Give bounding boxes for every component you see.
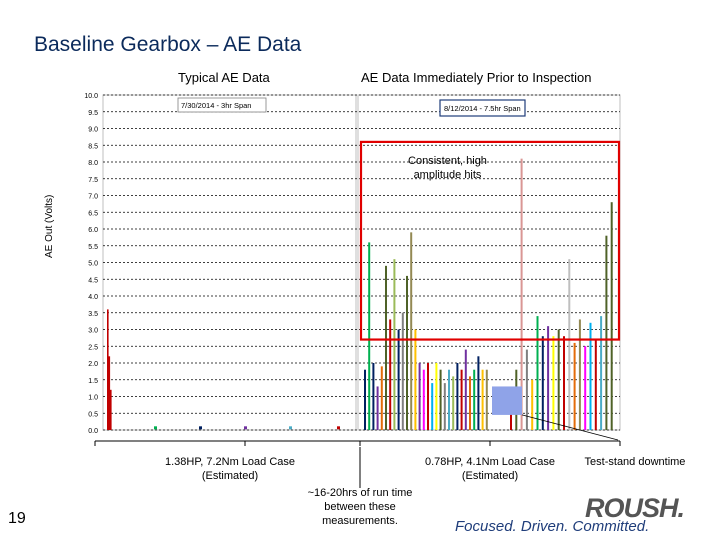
bar-right bbox=[448, 369, 450, 430]
bar-right bbox=[427, 363, 429, 430]
y-tick-label: 3.0 bbox=[88, 328, 98, 335]
bar-right bbox=[481, 369, 484, 430]
annotation-load-case-right: 0.78HP, 4.1Nm Load Case (Estimated) bbox=[424, 456, 556, 482]
y-tick-label: 4.0 bbox=[88, 294, 98, 301]
y-tick-label: 1.5 bbox=[88, 378, 98, 385]
bar-right bbox=[372, 363, 375, 430]
bar-right bbox=[418, 363, 421, 430]
bar-right bbox=[406, 275, 408, 430]
bar-right bbox=[547, 326, 550, 430]
y-tick-label: 9.5 bbox=[88, 110, 98, 117]
y-tick-label: 2.5 bbox=[88, 344, 98, 351]
bar-right bbox=[460, 369, 463, 430]
bar-right bbox=[393, 259, 396, 430]
marker-left bbox=[289, 426, 292, 430]
y-tick-label: 10.0 bbox=[84, 93, 98, 100]
slide-number: 19 bbox=[8, 510, 26, 527]
bar-right bbox=[414, 329, 417, 430]
annotation-high-amplitude: Consistent, high amplitude hits bbox=[408, 155, 487, 181]
y-tick-label: 0.0 bbox=[88, 428, 98, 435]
bar-right bbox=[456, 363, 459, 430]
y-tick-label: 7.5 bbox=[88, 177, 98, 184]
bar-right bbox=[469, 376, 471, 430]
legend-text-right: 8/12/2014 - 7.5hr Span bbox=[444, 104, 521, 113]
bar-right bbox=[594, 339, 597, 430]
bar-right bbox=[439, 369, 442, 430]
bar-right bbox=[376, 386, 379, 430]
bar-right bbox=[368, 242, 371, 430]
bar-right bbox=[477, 356, 480, 430]
y-tick-label: 3.5 bbox=[88, 311, 98, 318]
marker-left bbox=[154, 426, 157, 430]
bar-right bbox=[568, 259, 571, 430]
y-tick-label: 1.0 bbox=[88, 395, 98, 402]
bar-right bbox=[389, 319, 392, 430]
bar-right bbox=[541, 336, 544, 430]
bar-right bbox=[536, 316, 539, 430]
bar-right bbox=[525, 349, 528, 430]
bar-right bbox=[557, 329, 560, 430]
downtime-block bbox=[492, 386, 522, 415]
bar-right bbox=[443, 383, 446, 430]
bar-right bbox=[531, 379, 534, 430]
bar-left bbox=[108, 356, 111, 430]
bar-right bbox=[552, 336, 555, 430]
bar-right bbox=[401, 312, 404, 430]
y-tick-label: 7.0 bbox=[88, 194, 98, 201]
bar-right bbox=[584, 346, 587, 430]
roush-logo: ROUSH. Focused. Driven. Committed. bbox=[455, 493, 705, 538]
bar-right bbox=[563, 336, 565, 430]
y-tick-label: 9.0 bbox=[88, 127, 98, 134]
y-tick-label: 6.0 bbox=[88, 227, 98, 234]
bar-right bbox=[473, 369, 476, 430]
y-tick-label: 5.0 bbox=[88, 261, 98, 268]
y-tick-label: 0.5 bbox=[88, 411, 98, 418]
bar-left bbox=[110, 389, 112, 430]
logo-tagline: Focused. Driven. Committed. bbox=[455, 518, 650, 535]
y-tick-label: 4.5 bbox=[88, 277, 98, 284]
bar-right bbox=[410, 232, 413, 430]
y-tick-label: 6.5 bbox=[88, 210, 98, 217]
bar-right bbox=[431, 383, 434, 430]
y-tick-label: 8.5 bbox=[88, 143, 98, 150]
bar-right bbox=[364, 369, 366, 430]
y-tick-label: 5.5 bbox=[88, 244, 98, 251]
marker-left bbox=[199, 426, 202, 430]
bar-right bbox=[610, 202, 613, 430]
bar-right bbox=[464, 349, 467, 430]
bar-right bbox=[422, 369, 425, 430]
bar-right bbox=[600, 316, 603, 430]
y-tick-label: 2.0 bbox=[88, 361, 98, 368]
bar-right bbox=[573, 342, 576, 430]
marker-left bbox=[244, 426, 247, 430]
y-tick-label: 8.0 bbox=[88, 160, 98, 167]
bar-right bbox=[385, 265, 387, 430]
annotation-test-stand-downtime: Test-stand downtime bbox=[584, 456, 686, 468]
bar-right bbox=[397, 329, 400, 430]
annotation-run-time: ~16-20hrs of run time between these meas… bbox=[307, 487, 413, 527]
annotation-load-case-left: 1.38HP, 7.2Nm Load Case (Estimated) bbox=[164, 456, 296, 482]
bar-right bbox=[485, 369, 488, 430]
bar-right bbox=[605, 235, 608, 430]
bar-right bbox=[435, 363, 438, 430]
marker-left bbox=[337, 426, 340, 430]
bar-right bbox=[452, 376, 455, 430]
bar-right bbox=[578, 319, 581, 430]
bar-right bbox=[380, 366, 383, 430]
bar-left bbox=[107, 309, 109, 430]
legend-text-left: 7/30/2014 - 3hr Span bbox=[181, 101, 251, 110]
